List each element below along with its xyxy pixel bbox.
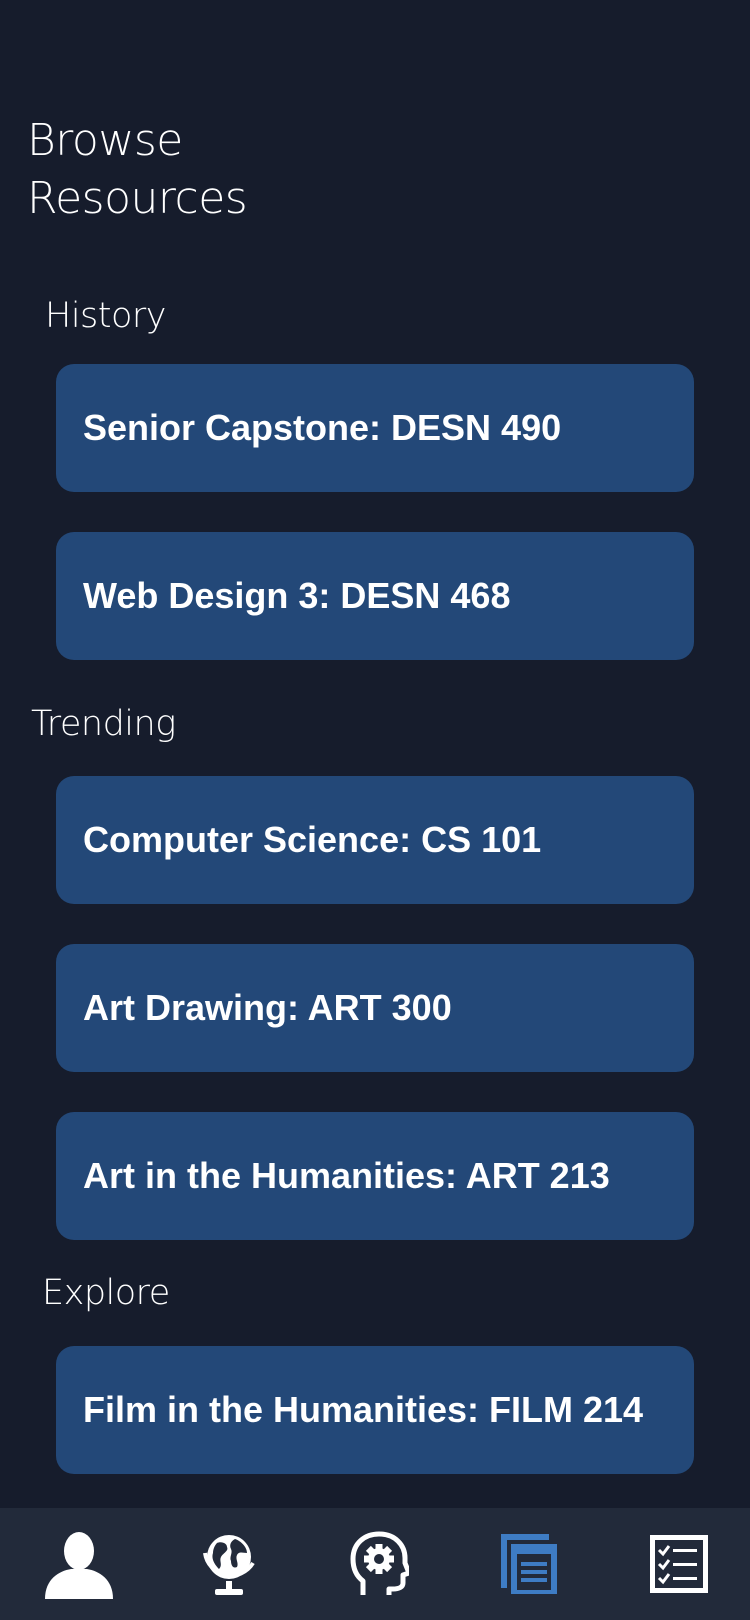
resource-card-web-design-3[interactable]: Web Design 3: DESN 468 [56, 532, 694, 660]
head-gear-icon [349, 1531, 409, 1597]
page-title-line-2: Resources [27, 173, 248, 224]
checklist-icon [648, 1533, 710, 1595]
resource-card-film-humanities[interactable]: Film in the Humanities: FILM 214 [56, 1346, 694, 1474]
resource-card-label: Film in the Humanities: FILM 214 [83, 1389, 644, 1430]
resource-card-art-drawing[interactable]: Art Drawing: ART 300 [56, 944, 694, 1072]
resource-card-computer-science[interactable]: Computer Science: CS 101 [56, 776, 694, 904]
tab-resources[interactable] [454, 1508, 604, 1620]
page-title: Browse Resources [27, 112, 347, 228]
section-heading-explore: Explore [42, 1273, 170, 1313]
globe-icon [199, 1529, 259, 1599]
tab-profile[interactable] [4, 1508, 154, 1620]
resource-card-senior-capstone[interactable]: Senior Capstone: DESN 490 [56, 364, 694, 492]
tab-mind[interactable] [304, 1508, 454, 1620]
tab-checklist[interactable] [604, 1508, 750, 1620]
person-icon [43, 1529, 115, 1599]
section-heading-trending: Trending [31, 704, 176, 744]
bottom-tab-bar [0, 1508, 750, 1620]
tab-global[interactable] [154, 1508, 304, 1620]
resource-card-label: Web Design 3: DESN 468 [83, 575, 511, 616]
page-title-line-1: Browse [27, 115, 183, 166]
resource-card-label: Computer Science: CS 101 [83, 819, 542, 860]
documents-icon [497, 1532, 561, 1596]
resource-card-label: Art Drawing: ART 300 [83, 987, 452, 1028]
section-heading-history: History [45, 296, 167, 336]
resource-card-label: Art in the Humanities: ART 213 [83, 1155, 610, 1196]
resource-card-art-humanities[interactable]: Art in the Humanities: ART 213 [56, 1112, 694, 1240]
resource-card-label: Senior Capstone: DESN 490 [83, 407, 562, 448]
